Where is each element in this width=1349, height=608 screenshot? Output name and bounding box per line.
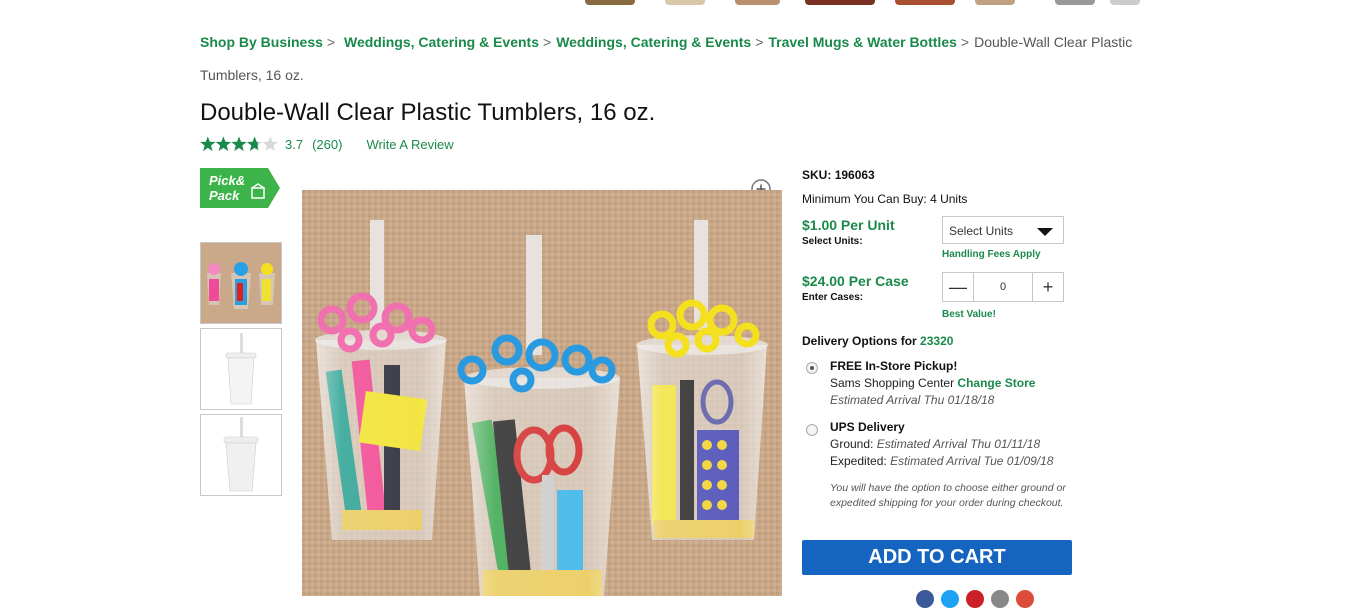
twitter-icon[interactable] [941,590,959,608]
badge-text-pack: Pack [209,188,240,203]
units-select-value: Select Units [949,224,1014,238]
best-value-note: Best Value! [942,309,996,320]
star-icon [231,136,247,151]
zip-code-link[interactable]: 23320 [920,334,953,348]
thumbnail-3[interactable] [200,414,282,496]
star-icon [215,136,232,151]
pickup-radio[interactable] [806,362,818,374]
thumbnail-image-tumbler-frosted [201,415,281,495]
pickup-arrival: Estimated Arrival Thu 01/18/18 [830,393,995,407]
plus-icon[interactable]: + [1032,273,1063,301]
star-icon-empty [262,136,278,151]
sku: SKU: 196063 [802,168,875,182]
case-quantity-stepper: — 0 + [942,272,1064,302]
change-store-link[interactable]: Change Store [957,376,1035,390]
minus-icon[interactable]: — [943,273,974,301]
thumbnail-image-tumbler-clear [201,329,281,409]
expedited-arrival: Estimated Arrival Tue 01/09/18 [890,454,1054,468]
header-images-strip [585,0,1140,5]
dropdown-arrow-icon [1037,228,1053,236]
case-quantity-input[interactable]: 0 [974,273,1032,301]
delivery-options-heading: Delivery Options for 23320 [802,334,953,348]
breadcrumb-separator: > [755,34,764,50]
sku-value: 196063 [834,168,875,182]
ups-ground-line: Ground: Estimated Arrival Thu 01/11/18 [830,437,1040,451]
thumbnail-1[interactable] [200,242,282,324]
main-product-image[interactable] [302,190,782,596]
pickup-store-line: Sams Shopping Center Change Store [830,376,1035,390]
shipping-note: You will have the option to choose eithe… [830,482,1066,509]
breadcrumb-separator: > [960,34,970,50]
pickup-title: FREE In-Store Pickup! [830,359,958,373]
product-title: Double-Wall Clear Plastic Tumblers, 16 o… [200,99,656,126]
pick-and-pack-badge: Pick& Pack [200,168,280,208]
expedited-label: Expedited: [830,454,887,468]
unit-price: $1.00 Per Unit [802,217,895,233]
units-select[interactable]: Select Units [942,216,1064,244]
breadcrumb-separator: > [543,34,552,50]
ground-arrival: Estimated Arrival Thu 01/11/18 [876,437,1041,451]
email-icon[interactable] [991,590,1009,608]
facebook-icon[interactable] [916,590,934,608]
thumbnail-2[interactable] [200,328,282,410]
delivery-heading-text: Delivery Options for [802,334,917,348]
select-units-label: Select Units: [802,236,863,247]
sku-label: SKU: [802,168,832,182]
store-name: Sams Shopping Center [830,376,955,390]
pinterest-icon[interactable] [966,590,984,608]
star-rating[interactable] [200,136,278,152]
add-to-cart-button[interactable]: ADD TO CART [802,540,1072,575]
rating-row: 3.7 (260) Write A Review [200,135,454,153]
breadcrumb: Shop By Business > Weddings, Catering & E… [200,26,1150,92]
thumbnail-image-tumblers-filled [201,243,281,323]
ups-expedited-line: Expedited: Estimated Arrival Tue 01/09/1… [830,454,1053,468]
case-price: $24.00 Per Case [802,273,909,289]
star-icon [200,136,216,151]
rating-value: 3.7 [285,136,304,152]
write-review-link[interactable]: Write A Review [366,137,453,152]
minimum-quantity: Minimum You Can Buy: 4 Units [802,192,968,206]
badge-text-pick: Pick& [209,173,245,188]
ups-radio[interactable] [806,424,818,436]
google-plus-icon[interactable] [1016,590,1034,608]
breadcrumb-link-weddings[interactable]: Weddings, Catering & Events [344,34,539,50]
breadcrumb-link-shop-by-business[interactable]: Shop By Business [200,34,323,50]
ups-title: UPS Delivery [830,420,905,434]
review-count-link[interactable]: (260) [312,137,342,152]
enter-cases-label: Enter Cases: [802,292,864,303]
breadcrumb-separator: > [326,34,336,50]
ground-label: Ground: [830,437,874,451]
handling-fees-note: Handling Fees Apply [942,249,1041,260]
breadcrumb-link-weddings-sub[interactable]: Weddings, Catering & Events [556,34,751,50]
breadcrumb-link-travel-mugs[interactable]: Travel Mugs & Water Bottles [768,34,957,50]
